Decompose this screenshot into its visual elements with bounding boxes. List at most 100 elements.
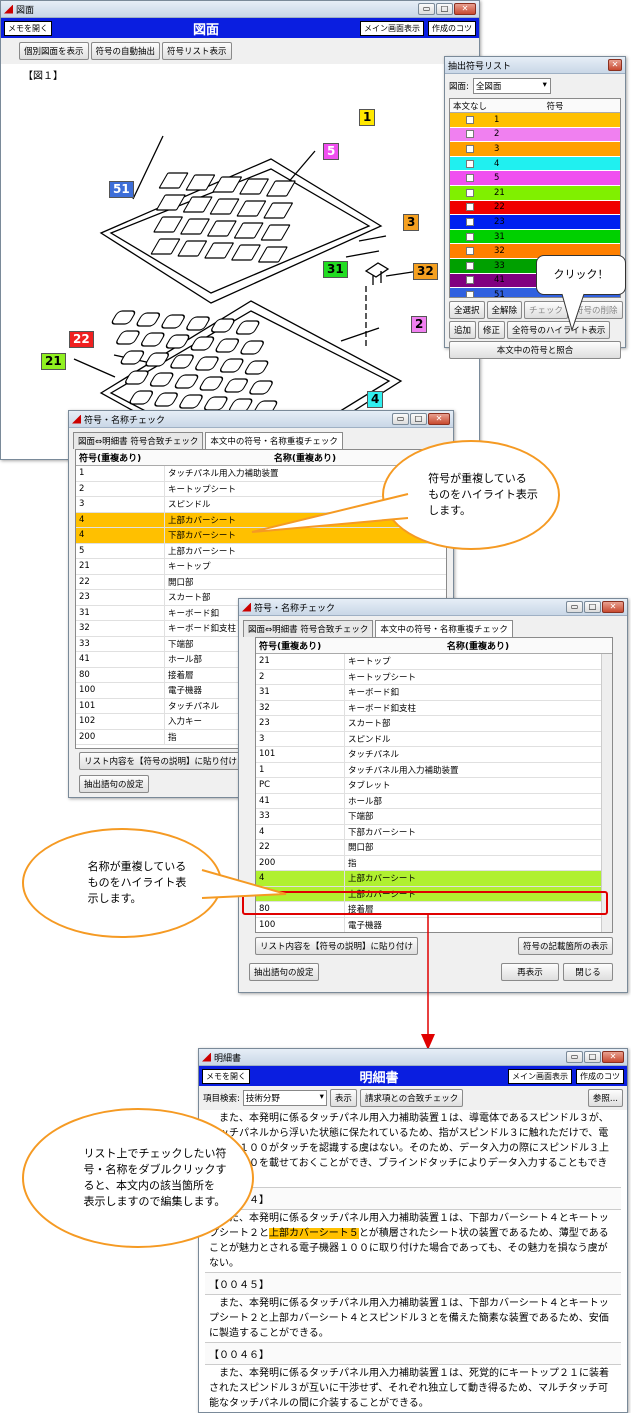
sign-list-row[interactable]: 5 xyxy=(450,171,620,186)
table-row[interactable]: PC タブレット xyxy=(256,778,612,794)
sign-cell: 22 xyxy=(79,576,90,587)
tab-drawing-match[interactable]: 図面⇔明細書 符号合致チェック xyxy=(243,620,374,637)
row-checkbox[interactable] xyxy=(466,159,474,168)
table-row[interactable]: 200 指 xyxy=(256,855,612,871)
tips-button[interactable]: 作成のコツ xyxy=(428,20,476,36)
highlight-all-button[interactable]: 全符号のハイライト表示 xyxy=(507,321,611,339)
select-all-button[interactable]: 全選択 xyxy=(449,301,485,319)
main-screen-button[interactable]: メイン画面表示 xyxy=(508,1068,572,1084)
refresh-button[interactable]: 再表示 xyxy=(501,963,559,981)
minimize-icon[interactable]: ▭ xyxy=(392,413,409,425)
table-row[interactable]: 41 ホール部 xyxy=(256,793,612,809)
show-individual-drawing-button[interactable]: 個別図面を表示 xyxy=(19,42,89,60)
sign-list-row[interactable]: 21 xyxy=(450,185,620,201)
claim-match-check-button[interactable]: 請求項との合致チェック xyxy=(359,1089,464,1107)
table-row[interactable]: 22 開口部 xyxy=(76,574,446,590)
sign-cell: 23 xyxy=(259,718,270,729)
table-row[interactable]: 21 キートップ xyxy=(256,654,612,670)
show-sign-list-button[interactable]: 符号リスト表示 xyxy=(162,42,232,60)
sign-list-row[interactable]: 3 xyxy=(450,142,620,157)
row-checkbox[interactable] xyxy=(466,276,474,285)
table-row[interactable]: 2 キートップシート xyxy=(256,669,612,685)
table-row[interactable]: 33 下端部 xyxy=(256,809,612,825)
add-button[interactable]: 追加 xyxy=(449,321,477,339)
reference-button[interactable]: 参照... xyxy=(587,1089,623,1107)
open-memo-button[interactable]: メモを開く xyxy=(202,1068,250,1084)
sign-list-row[interactable]: 31 xyxy=(450,229,620,245)
sign-list-row[interactable]: 2 xyxy=(450,127,620,143)
minimize-icon[interactable]: ▭ xyxy=(566,1051,583,1063)
table-row[interactable]: 1 タッチパネル用入力補助装置 xyxy=(256,762,612,778)
extract-word-settings-button[interactable]: 抽出語句の設定 xyxy=(79,775,149,793)
sign-cell: 3 xyxy=(79,499,85,510)
check2-titlebar[interactable]: 符号・名称チェック ▭ □ ✕ xyxy=(239,599,627,616)
sign-cell: 33 xyxy=(79,638,90,649)
row-checkbox[interactable] xyxy=(466,144,474,153)
maximize-icon[interactable]: □ xyxy=(584,601,601,613)
extract-titlebar[interactable]: 抽出符号リスト ✕ xyxy=(445,57,625,74)
paragraph[interactable]: また、本発明に係るタッチパネル用入力補助装置１は、下部カバーシート４とキートップ… xyxy=(205,1210,621,1272)
close-button[interactable]: 閉じる xyxy=(563,963,613,981)
paragraph[interactable]: また、本発明に係るタッチパネル用入力補助装置１は、死覚的にキートップ２１に装着さ… xyxy=(205,1365,621,1412)
sign-list-row[interactable]: 1 xyxy=(450,113,620,128)
tab-duplicate-check[interactable]: 本文中の符号・名称重複チェック xyxy=(205,432,343,449)
paragraph[interactable]: また、本発明に係るタッチパネル用入力補助装置１は、導電体であるスピンドル３が、タ… xyxy=(205,1110,621,1187)
maximize-icon[interactable]: □ xyxy=(410,413,427,425)
deselect-all-button[interactable]: 全解除 xyxy=(486,301,523,319)
row-checkbox[interactable] xyxy=(466,290,474,297)
table-row[interactable]: 31 キーボード釦 xyxy=(256,685,612,701)
paste-to-sign-description-button[interactable]: リスト内容を【符号の説明】に貼り付け xyxy=(255,937,419,955)
row-checkbox[interactable] xyxy=(466,174,474,183)
check1-titlebar[interactable]: 符号・名称チェック ▭ □ ✕ xyxy=(69,411,453,428)
row-checkbox[interactable] xyxy=(466,188,474,197)
item-search-select[interactable]: 技術分野 ▾ xyxy=(242,1090,327,1106)
row-checkbox[interactable] xyxy=(466,203,474,212)
tab-duplicate-check[interactable]: 本文中の符号・名称重複チェック xyxy=(375,620,513,637)
sign-list-row[interactable]: 23 xyxy=(450,215,620,230)
close-icon[interactable]: ✕ xyxy=(602,601,624,613)
window-title: 符号・名称チェック xyxy=(84,415,166,426)
sign-list-row[interactable]: 4 xyxy=(450,156,620,172)
table-row[interactable]: 21 キートップ xyxy=(76,559,446,575)
tab-drawing-match[interactable]: 図面⇔明細書 符号合致チェック xyxy=(73,432,204,449)
close-icon[interactable]: ✕ xyxy=(608,59,622,71)
paste-to-sign-description-button[interactable]: リスト内容を【符号の説明】に貼り付け xyxy=(79,752,243,770)
show-sign-location-button[interactable]: 符号の記載箇所の表示 xyxy=(517,937,613,955)
main-screen-button[interactable]: メイン画面表示 xyxy=(360,20,424,36)
tips-button[interactable]: 作成のコツ xyxy=(576,1068,624,1084)
extract-word-settings-button[interactable]: 抽出語句の設定 xyxy=(249,963,319,981)
row-checkbox[interactable] xyxy=(466,232,474,241)
row-checkbox[interactable] xyxy=(466,247,474,256)
sign-list-row[interactable]: 22 xyxy=(450,200,620,216)
spec-body[interactable]: また、本発明に係るタッチパネル用入力補助装置１は、導電体であるスピンドル３が、タ… xyxy=(199,1110,627,1412)
edit-button[interactable]: 修正 xyxy=(478,321,506,339)
check2-grid[interactable]: 符号(重複あり) 名称(重複あり) 21 キートップ 2 キートップシート 31 キーボード… xyxy=(255,637,613,933)
minimize-icon[interactable]: ▭ xyxy=(566,601,583,613)
close-icon[interactable]: ✕ xyxy=(602,1051,624,1063)
table-row[interactable]: 3 スピンドル xyxy=(256,731,612,747)
row-checkbox[interactable] xyxy=(466,130,474,139)
drawing-titlebar[interactable]: 図面 ▭ □ ✕ xyxy=(1,1,479,18)
collate-signs-button[interactable]: 本文中の符号と照合 xyxy=(449,341,621,359)
table-row[interactable]: 23 スカート部 xyxy=(256,716,612,732)
maximize-icon[interactable]: □ xyxy=(584,1051,601,1063)
show-button[interactable]: 表示 xyxy=(329,1089,357,1107)
spec-titlebar[interactable]: 明細書 ▭ □ ✕ xyxy=(199,1049,627,1066)
row-checkbox[interactable] xyxy=(466,217,474,226)
table-row[interactable]: 4 下部カバーシート xyxy=(256,824,612,840)
table-row[interactable]: 22 開口部 xyxy=(256,840,612,856)
paragraph[interactable]: また、本発明に係るタッチパネル用入力補助装置１は、下部カバーシート４とキートップ… xyxy=(205,1295,621,1342)
open-memo-button[interactable]: メモを開く xyxy=(4,20,52,36)
maximize-icon[interactable]: □ xyxy=(436,3,453,15)
table-row[interactable]: 32 キーボード釦支柱 xyxy=(256,700,612,716)
auto-extract-button[interactable]: 符号の自動抽出 xyxy=(90,42,161,60)
row-checkbox[interactable] xyxy=(466,261,474,270)
minimize-icon[interactable]: ▭ xyxy=(418,3,435,15)
close-icon[interactable]: ✕ xyxy=(454,3,476,15)
table-row[interactable]: 101 タッチパネル xyxy=(256,747,612,763)
table-row[interactable]: 4 上部カバーシート xyxy=(256,871,612,887)
drawing-select[interactable]: 全図面 ▾ xyxy=(472,78,551,94)
close-icon[interactable]: ✕ xyxy=(428,413,450,425)
row-checkbox[interactable] xyxy=(466,115,474,124)
sign-cell: 22 xyxy=(259,842,270,853)
